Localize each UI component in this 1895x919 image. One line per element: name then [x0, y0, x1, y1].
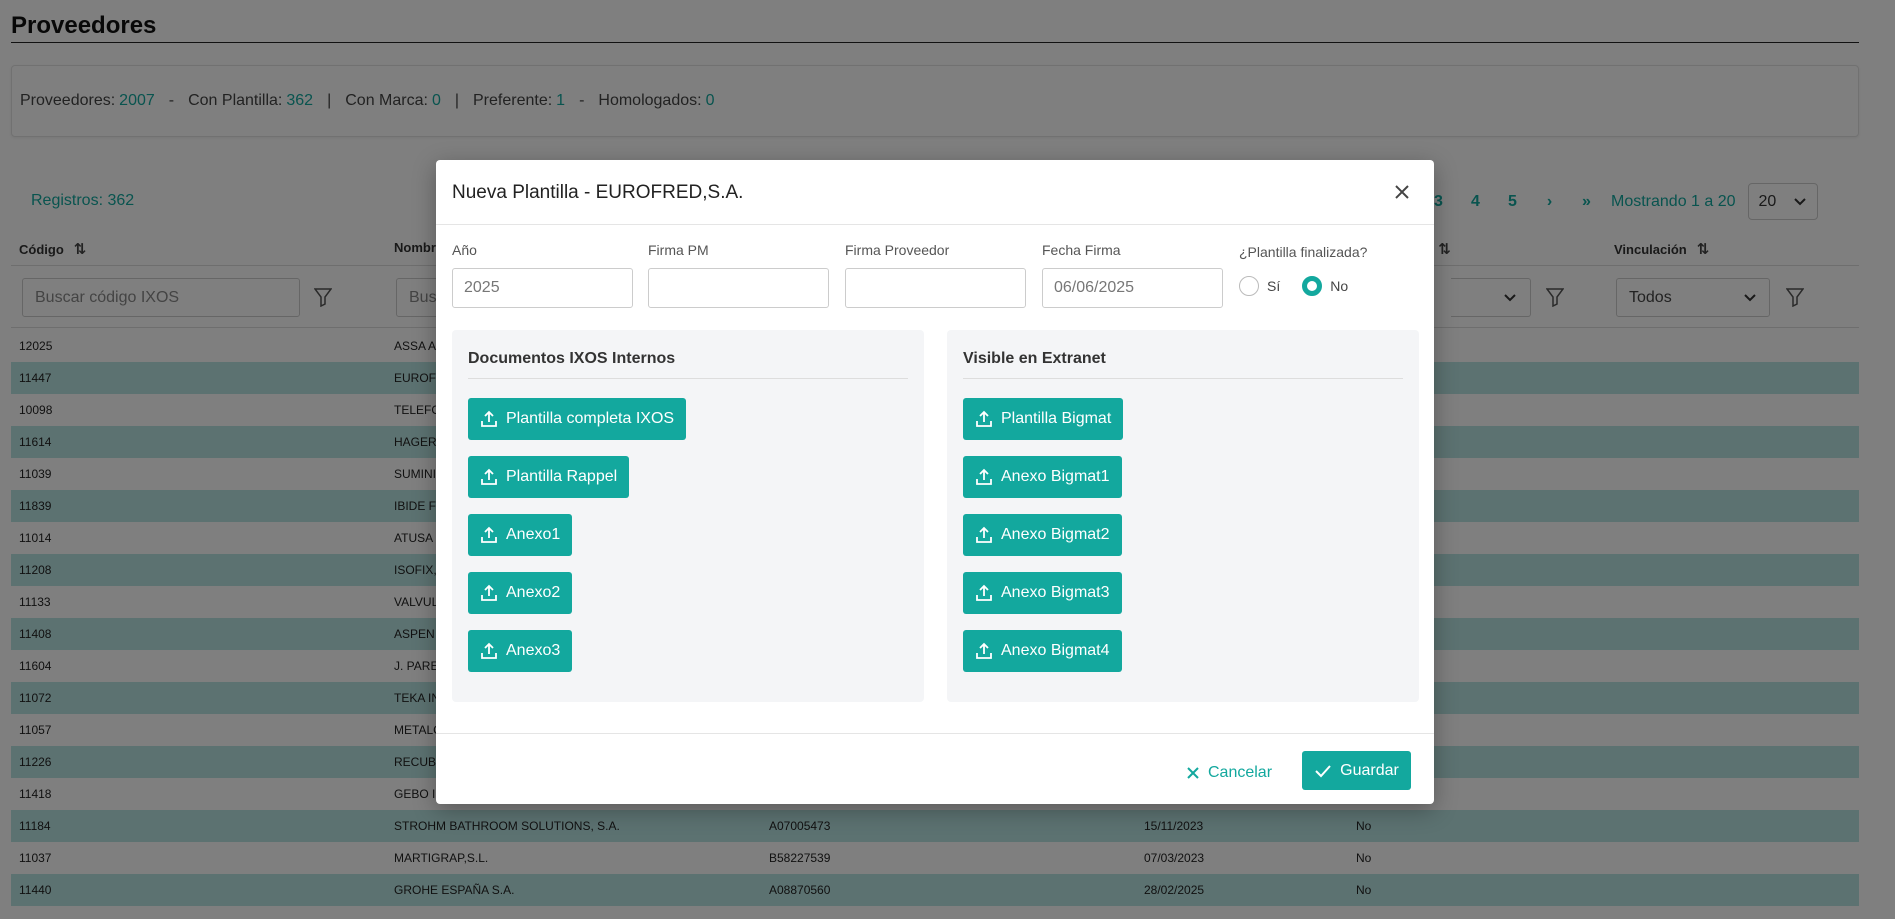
internos-upload-button-3[interactable]: Anexo1	[468, 514, 573, 556]
upload-icon	[481, 410, 497, 427]
radio-no[interactable]	[1302, 276, 1323, 296]
anio-label: Año	[452, 242, 477, 258]
fecha-firma-group: Fecha Firma 06/06/2025	[1042, 242, 1223, 308]
internos-upload-button-5[interactable]: Anexo3	[468, 630, 573, 672]
upload-button-label: Anexo3	[506, 642, 561, 659]
cancel-label: Cancelar	[1208, 764, 1273, 781]
panel-title: Documentos IXOS Internos	[468, 350, 676, 367]
plantilla-form: Año 2025 Firma PM Firma Proveedor Fecha …	[452, 242, 1418, 312]
firma-pm-label: Firma PM	[648, 242, 709, 258]
check-icon	[1315, 764, 1331, 777]
upload-icon	[481, 642, 497, 659]
upload-icon	[976, 584, 992, 601]
modal-title: Nueva Plantilla - EUROFRED,S.A.	[452, 182, 744, 203]
upload-button-label: Anexo Bigmat1	[1001, 468, 1110, 485]
plantilla-finalizada-group: ¿Plantilla finalizada? Sí No	[1239, 242, 1367, 296]
internos-upload-button-2[interactable]: Plantilla Rappel	[468, 456, 630, 498]
upload-icon	[976, 642, 992, 659]
internos-upload-button-4[interactable]: Anexo2	[468, 572, 573, 614]
upload-button-label: Anexo1	[506, 526, 561, 543]
panel-divider	[963, 378, 1403, 379]
extranet-upload-button-2[interactable]: Anexo Bigmat1	[963, 456, 1122, 498]
fecha-firma-label: Fecha Firma	[1042, 242, 1121, 258]
upload-icon	[481, 468, 497, 485]
close-icon[interactable]	[1390, 180, 1414, 204]
radio-si[interactable]	[1239, 276, 1259, 296]
extranet-button-list: Plantilla Bigmat Anexo Bigmat1 Anexo Bigma…	[963, 398, 1124, 672]
finalizada-radio-group: Sí No	[1239, 276, 1367, 296]
internos-button-list: Plantilla completa IXOS Plantilla Rappel A…	[468, 398, 687, 672]
upload-icon	[976, 468, 992, 485]
modal-footer: Cancelar Guardar	[436, 733, 1434, 804]
panel-divider	[468, 378, 908, 379]
firma-proveedor-label: Firma Proveedor	[845, 242, 950, 258]
anio-input[interactable]: 2025	[452, 268, 633, 308]
extranet-upload-button-3[interactable]: Anexo Bigmat2	[963, 514, 1122, 556]
upload-button-label: Plantilla completa IXOS	[506, 410, 675, 427]
panel-title: Visible en Extranet	[963, 350, 1106, 367]
internos-upload-button-1[interactable]: Plantilla completa IXOS	[468, 398, 687, 440]
upload-icon	[481, 526, 497, 543]
upload-icon	[976, 526, 992, 543]
save-button[interactable]: Guardar	[1302, 751, 1411, 790]
firma-pm-group: Firma PM	[648, 242, 829, 308]
radio-si-label[interactable]: Sí	[1267, 278, 1280, 294]
upload-icon	[481, 584, 497, 601]
upload-button-label: Plantilla Rappel	[506, 468, 618, 485]
modal-header: Nueva Plantilla - EUROFRED,S.A.	[436, 160, 1434, 225]
cancel-button[interactable]: Cancelar	[1186, 754, 1272, 792]
firma-proveedor-input[interactable]	[845, 268, 1026, 308]
extranet-upload-button-4[interactable]: Anexo Bigmat3	[963, 572, 1122, 614]
upload-button-label: Anexo Bigmat4	[1001, 642, 1110, 659]
extranet-upload-button-1[interactable]: Plantilla Bigmat	[963, 398, 1124, 440]
panel-documentos-internos: Documentos IXOS Internos Plantilla compl…	[452, 330, 924, 702]
upload-icon	[976, 410, 992, 427]
radio-no-label[interactable]: No	[1330, 278, 1348, 294]
close-icon	[1187, 767, 1199, 779]
anio-group: Año 2025	[452, 242, 633, 308]
fecha-firma-input[interactable]: 06/06/2025	[1042, 268, 1223, 308]
firma-proveedor-group: Firma Proveedor	[845, 242, 1026, 308]
firma-pm-input[interactable]	[648, 268, 829, 308]
extranet-upload-button-5[interactable]: Anexo Bigmat4	[963, 630, 1122, 672]
upload-button-label: Anexo Bigmat3	[1001, 584, 1110, 601]
upload-button-label: Anexo2	[506, 584, 561, 601]
upload-button-label: Anexo Bigmat2	[1001, 526, 1110, 543]
panel-visible-extranet: Visible en Extranet Plantilla Bigmat Anex…	[947, 330, 1419, 702]
nueva-plantilla-modal: Nueva Plantilla - EUROFRED,S.A. Año 2025…	[436, 160, 1434, 804]
upload-button-label: Plantilla Bigmat	[1001, 410, 1112, 427]
plantilla-finalizada-label: ¿Plantilla finalizada?	[1239, 244, 1368, 260]
save-label: Guardar	[1340, 761, 1399, 779]
